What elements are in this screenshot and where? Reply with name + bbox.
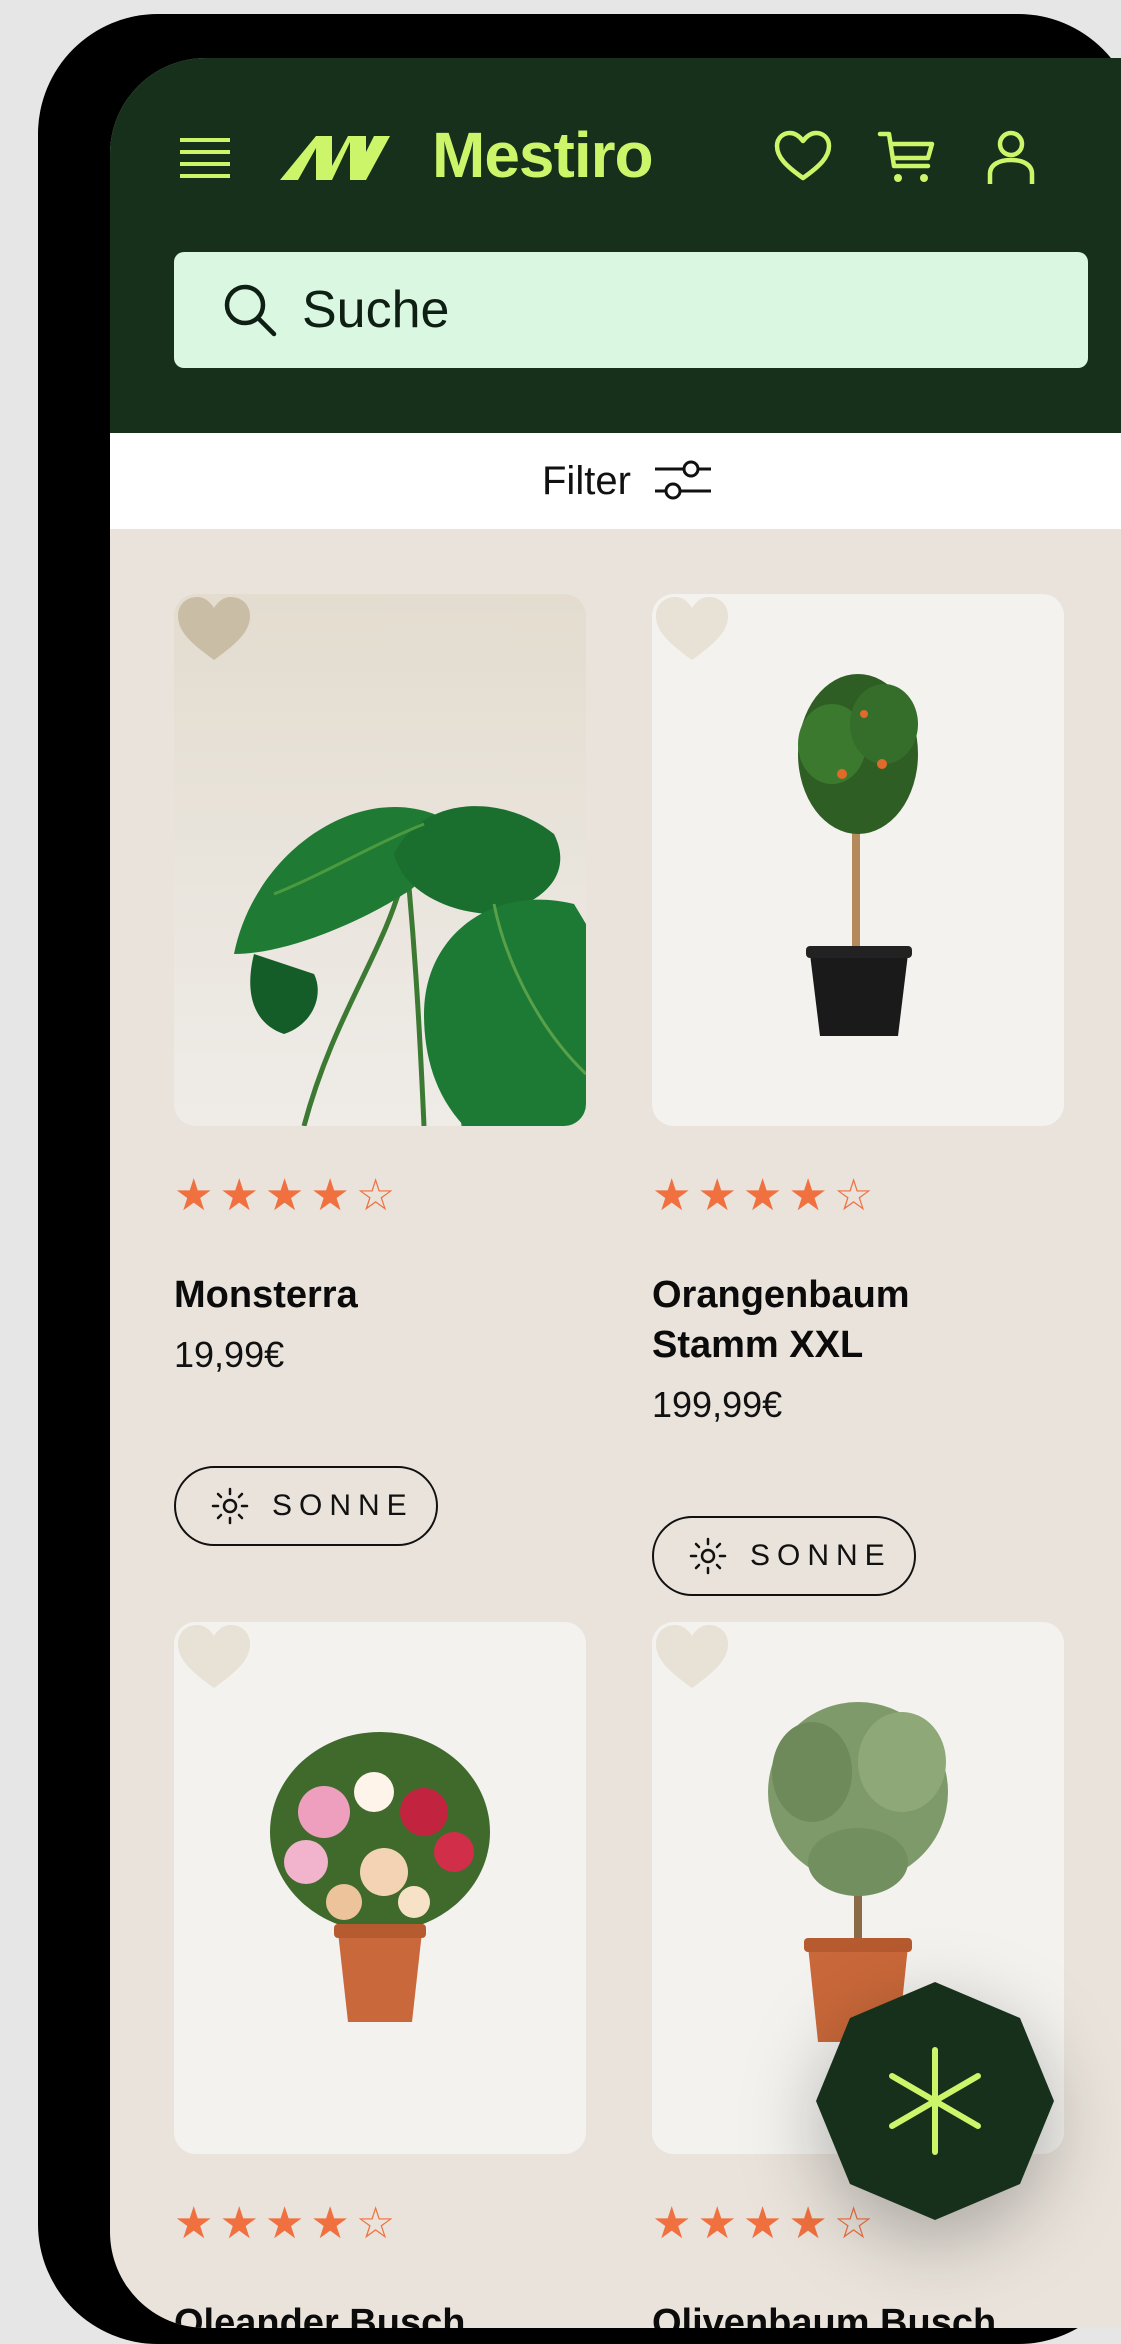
- product-image-orange-tree[interactable]: [652, 594, 1064, 1126]
- product-name[interactable]: Monsterra: [174, 1270, 594, 1320]
- product-name[interactable]: Olivenbaum Busch: [652, 2298, 1072, 2328]
- star-filled-icon: ★: [697, 2199, 737, 2248]
- star-filled-icon: ★: [788, 1171, 828, 1220]
- tag-label: SONNE: [750, 1539, 892, 1572]
- hamburger-menu-icon[interactable]: [180, 136, 232, 180]
- star-empty-icon: ☆: [355, 2199, 396, 2248]
- tag-label: SONNE: [272, 1489, 414, 1522]
- filter-label: Filter: [542, 458, 631, 503]
- heart-icon[interactable]: [772, 126, 834, 188]
- star-filled-icon: ★: [174, 1171, 214, 1220]
- search-icon: [224, 284, 277, 337]
- search-bar[interactable]: [174, 252, 1088, 368]
- product-image-oleander[interactable]: [174, 1622, 586, 2154]
- user-icon[interactable]: [980, 126, 1042, 188]
- star-filled-icon: ★: [742, 1171, 783, 1220]
- favorite-heart-icon[interactable]: [174, 594, 254, 664]
- star-filled-icon: ★: [174, 2199, 214, 2248]
- tag-chip-sun[interactable]: SONNE: [652, 1516, 916, 1596]
- star-filled-icon: ★: [697, 1171, 737, 1220]
- favorite-heart-icon[interactable]: [174, 1622, 254, 1692]
- tag-chip-sun[interactable]: SONNE: [174, 1466, 438, 1546]
- orange-tree-image: [652, 594, 1064, 1126]
- favorite-heart-icon[interactable]: [652, 594, 732, 664]
- rating-stars: ★ ★ ★ ★ ☆: [174, 1174, 395, 1218]
- sliders-icon: [654, 460, 711, 500]
- rating-stars: ★ ★ ★ ★ ☆: [652, 1174, 873, 1218]
- favorite-heart-icon[interactable]: [652, 1622, 732, 1692]
- phone-frame: Mestiro Suche Filter ★ ★ ★ ★ ☆ Monsterra…: [38, 14, 1121, 2344]
- brand-name[interactable]: Mestiro: [432, 118, 654, 192]
- product-image-monstera[interactable]: [174, 594, 586, 1126]
- sun-icon: [211, 1487, 249, 1525]
- product-name[interactable]: Orangenbaum Stamm XXL: [652, 1270, 952, 1370]
- star-filled-icon: ★: [310, 1171, 350, 1220]
- star-filled-icon: ★: [652, 1171, 692, 1220]
- star-filled-icon: ★: [310, 2199, 350, 2248]
- filter-bar: Filter: [110, 433, 1121, 529]
- product-price: 199,99€: [652, 1384, 783, 1425]
- star-empty-icon: ☆: [833, 1171, 874, 1220]
- star-filled-icon: ★: [264, 2199, 305, 2248]
- product-price: 19,99€: [174, 1334, 285, 1375]
- star-empty-icon: ☆: [355, 1171, 396, 1220]
- rating-stars: ★ ★ ★ ★ ☆: [174, 2202, 395, 2246]
- star-filled-icon: ★: [652, 2199, 692, 2248]
- floating-action-button[interactable]: [812, 1978, 1058, 2224]
- sun-icon: [689, 1537, 727, 1575]
- star-filled-icon: ★: [264, 1171, 305, 1220]
- product-name[interactable]: Oleander Busch: [174, 2298, 594, 2328]
- app-screen: Mestiro Suche Filter ★ ★ ★ ★ ☆ Monsterra…: [110, 58, 1121, 2328]
- monstera-image: [174, 594, 586, 1126]
- oleander-image: [174, 1622, 586, 2154]
- star-filled-icon: ★: [742, 2199, 783, 2248]
- filter-button[interactable]: Filter: [542, 453, 713, 509]
- star-filled-icon: ★: [219, 1171, 259, 1220]
- star-filled-icon: ★: [219, 2199, 259, 2248]
- brand-logo-icon[interactable]: [280, 128, 396, 188]
- cart-icon[interactable]: [876, 126, 938, 188]
- app-header: Mestiro: [110, 58, 1121, 433]
- search-input[interactable]: [302, 276, 1002, 344]
